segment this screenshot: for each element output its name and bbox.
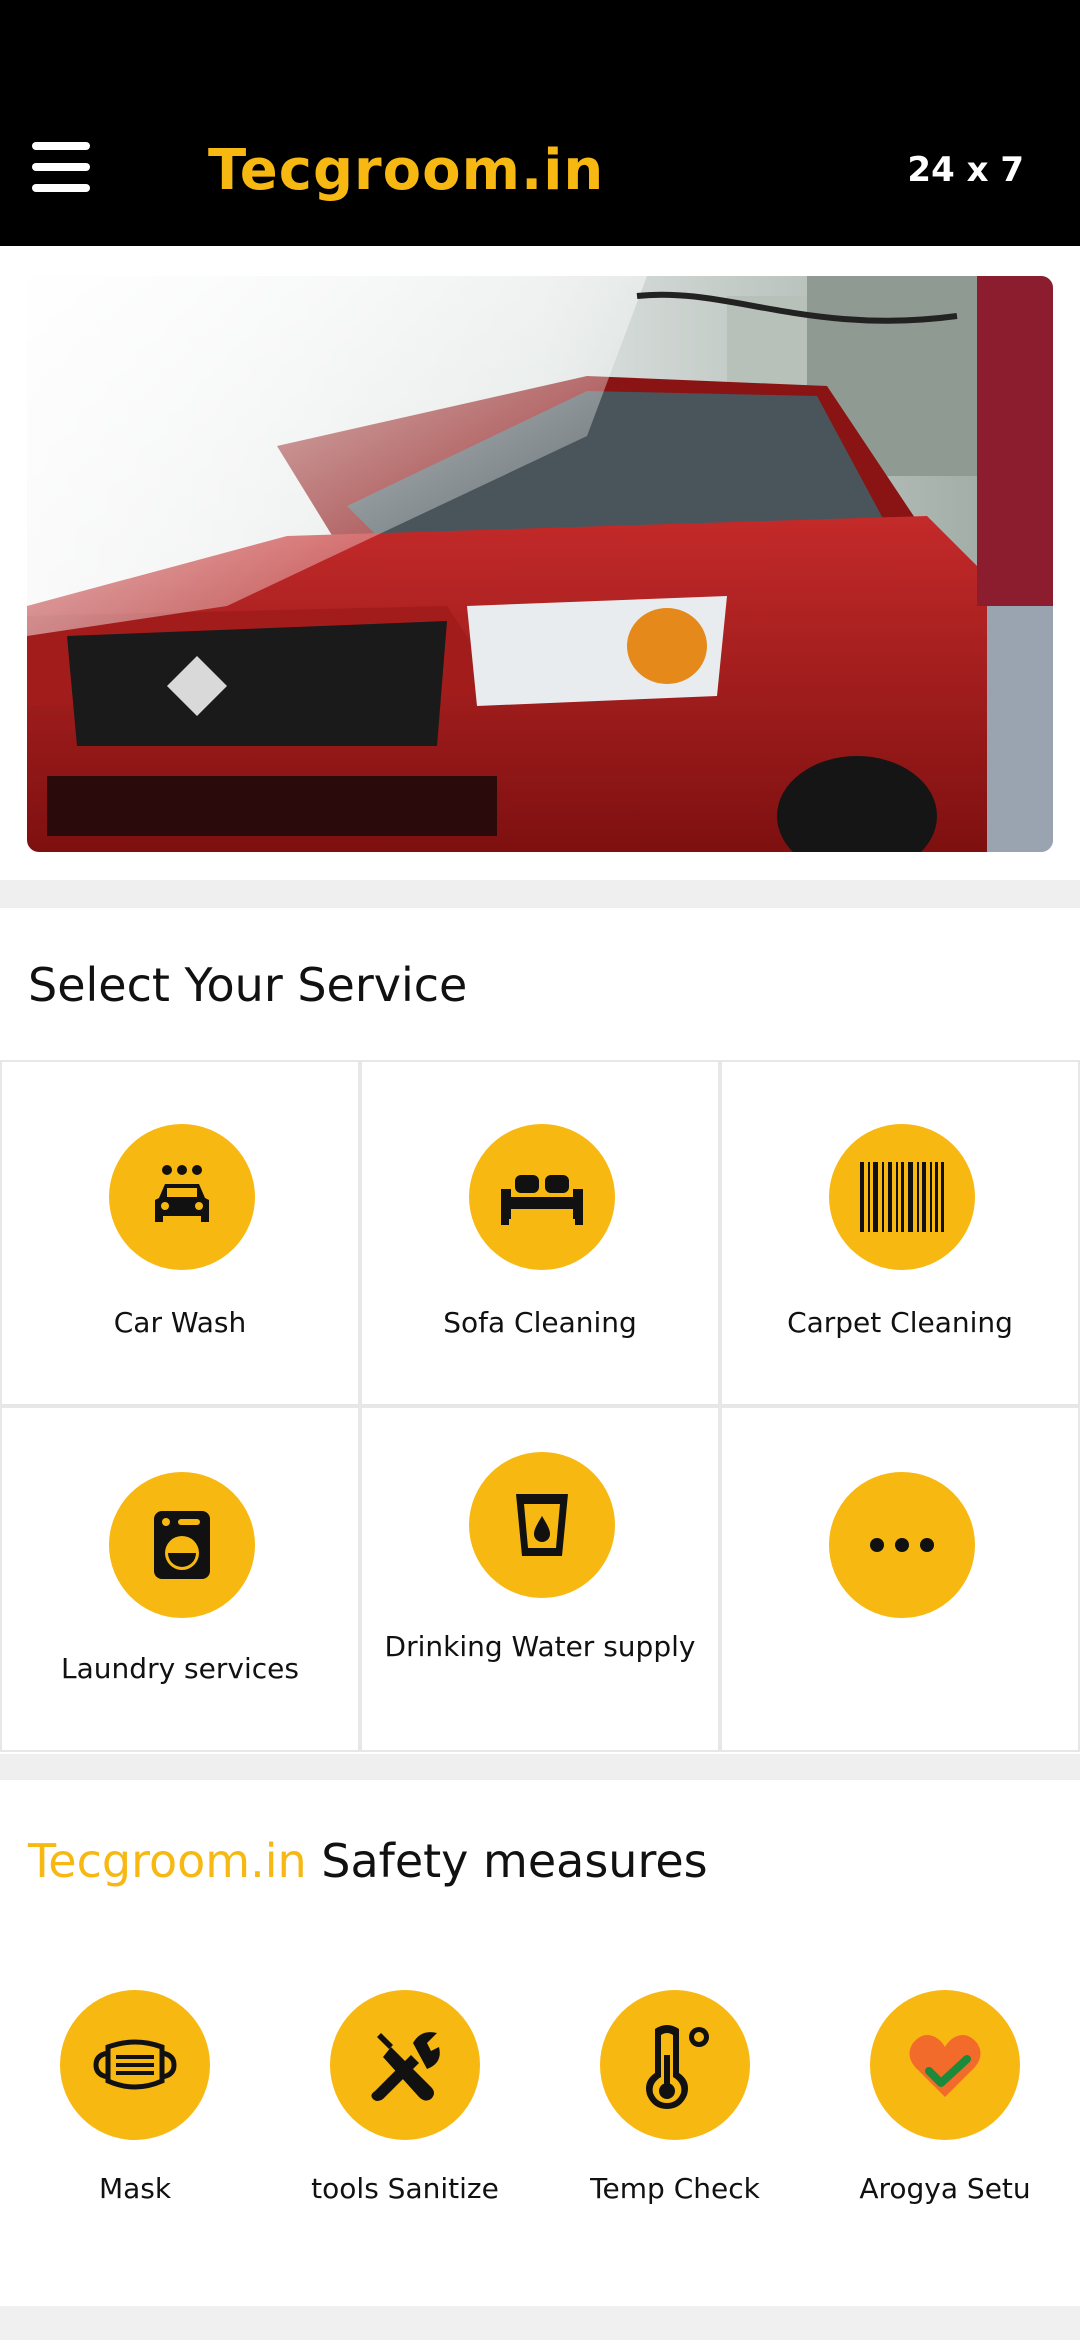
water-glass-icon — [469, 1452, 615, 1598]
safety-label: Mask — [98, 2172, 172, 2205]
service-drinking-water[interactable]: Drinking Water supply — [360, 1406, 720, 1752]
service-label: Car Wash — [113, 1306, 247, 1339]
safety-brand: Tecgroom.in — [28, 1834, 307, 1888]
service-laundry[interactable]: Laundry services — [0, 1406, 360, 1752]
heart-check-icon — [870, 1990, 1020, 2140]
mask-icon — [60, 1990, 210, 2140]
service-label: Drinking Water supply — [384, 1630, 696, 1663]
washing-machine-icon — [109, 1472, 255, 1618]
service-sofa-cleaning[interactable]: Sofa Cleaning — [360, 1060, 720, 1406]
safety-item-mask[interactable]: Mask — [0, 1990, 270, 2205]
services-title: Select Your Service — [28, 958, 468, 1012]
service-label: Sofa Cleaning — [443, 1306, 637, 1339]
safety-item-tools[interactable]: tools Sanitize — [270, 1990, 540, 2205]
service-carpet-cleaning[interactable]: Carpet Cleaning — [720, 1060, 1080, 1406]
tools-icon — [330, 1990, 480, 2140]
more-dots-icon — [829, 1472, 975, 1618]
safety-label: Temp Check — [590, 2172, 760, 2205]
thermometer-icon — [600, 1990, 750, 2140]
service-more[interactable] — [720, 1406, 1080, 1752]
safety-label: tools Sanitize — [311, 2172, 499, 2205]
services-grid: Car Wash Sofa Cleaning Carpet Cleaning L… — [0, 1060, 1080, 1752]
barcode-icon — [829, 1124, 975, 1270]
car-wash-photo — [27, 276, 1053, 852]
service-car-wash[interactable]: Car Wash — [0, 1060, 360, 1406]
service-label: Carpet Cleaning — [787, 1306, 1013, 1339]
app-bar: Tecgroom.in 24 x 7 — [0, 0, 1080, 246]
service-label: Laundry services — [61, 1652, 299, 1685]
safety-item-arogya[interactable]: Arogya Setu — [810, 1990, 1080, 2205]
hero-banner[interactable] — [27, 276, 1053, 852]
safety-label: Arogya Setu — [859, 2172, 1031, 2205]
section-divider — [0, 880, 1080, 908]
safety-title: Tecgroom.in Safety measures — [28, 1834, 708, 1888]
section-divider — [0, 1754, 1080, 1780]
bottom-strip — [0, 2306, 1080, 2340]
safety-heading: Safety measures — [321, 1834, 708, 1888]
app-title: Tecgroom.in — [208, 138, 605, 203]
hours-label: 24 x 7 — [907, 150, 1024, 190]
car-wash-icon — [109, 1124, 255, 1270]
safety-measures-row: Mask tools Sanitize Temp Check Arogya Se… — [0, 1990, 1080, 2230]
safety-item-temp[interactable]: Temp Check — [540, 1990, 810, 2205]
sofa-icon — [469, 1124, 615, 1270]
hamburger-menu-icon[interactable] — [32, 142, 90, 192]
